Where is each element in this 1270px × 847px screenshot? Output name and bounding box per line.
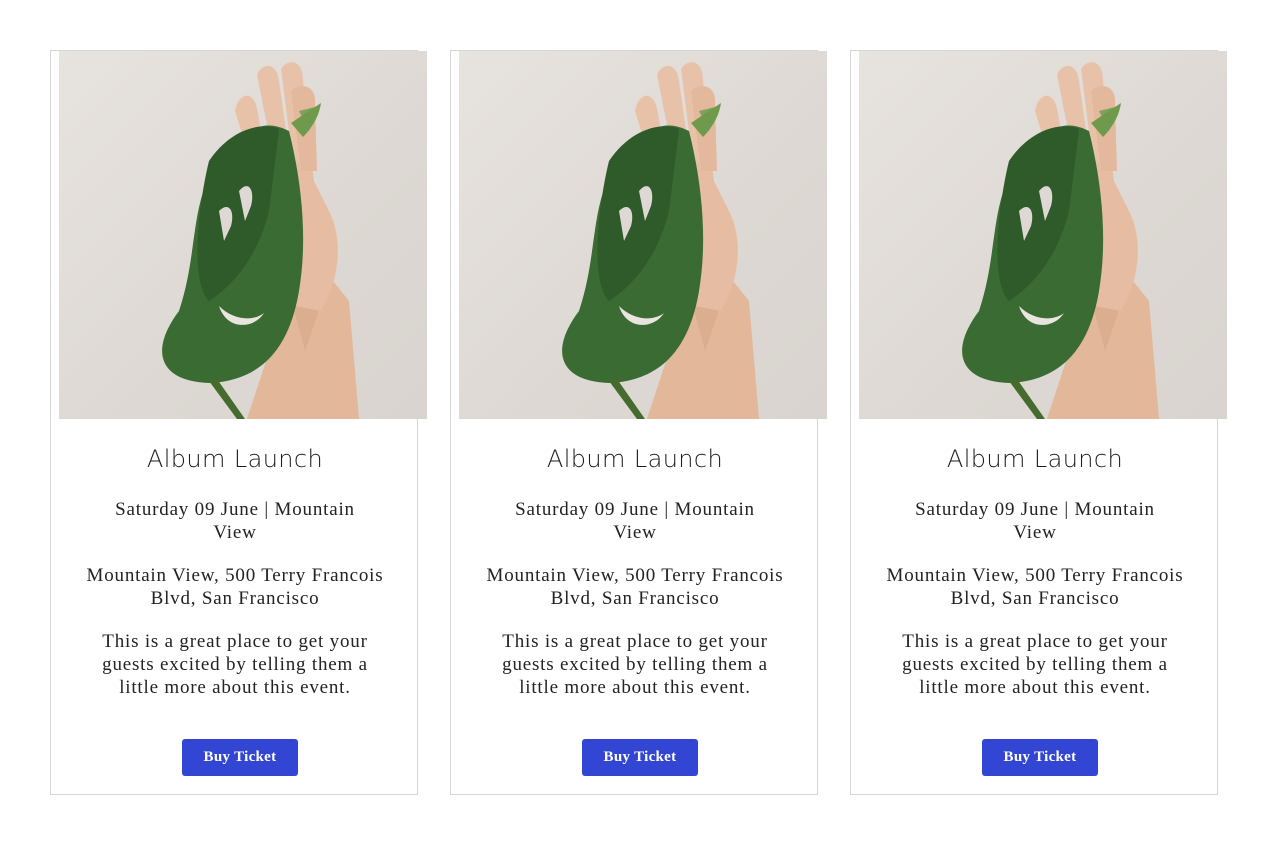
buy-ticket-button[interactable]: Buy Ticket	[182, 739, 298, 776]
event-card: Album Launch Saturday 09 June | Mountain…	[850, 50, 1227, 795]
event-date-location: Saturday 09 June | Mountain View	[515, 499, 755, 543]
event-date-location: Saturday 09 June | Mountain View	[115, 499, 355, 543]
event-photo	[59, 51, 427, 419]
event-card: Album Launch Saturday 09 June | Mountain…	[450, 50, 827, 795]
event-address: Mountain View, 500 Terry Francois Blvd, …	[486, 565, 784, 609]
event-title: Album Launch	[546, 445, 724, 473]
event-address: Mountain View, 500 Terry Francois Blvd, …	[86, 565, 384, 609]
event-date-location: Saturday 09 June | Mountain View	[915, 499, 1155, 543]
event-title: Album Launch	[946, 445, 1124, 473]
event-card: Album Launch Saturday 09 June | Mountain…	[50, 50, 427, 795]
buy-ticket-button[interactable]: Buy Ticket	[582, 739, 698, 776]
event-photo	[459, 51, 827, 419]
event-description: This is a great place to get your guests…	[902, 631, 1168, 698]
event-title: Album Launch	[146, 445, 324, 473]
event-address: Mountain View, 500 Terry Francois Blvd, …	[886, 565, 1184, 609]
event-description: This is a great place to get your guests…	[102, 631, 368, 698]
event-description: This is a great place to get your guests…	[502, 631, 768, 698]
buy-ticket-button[interactable]: Buy Ticket	[982, 739, 1098, 776]
event-photo	[859, 51, 1227, 419]
